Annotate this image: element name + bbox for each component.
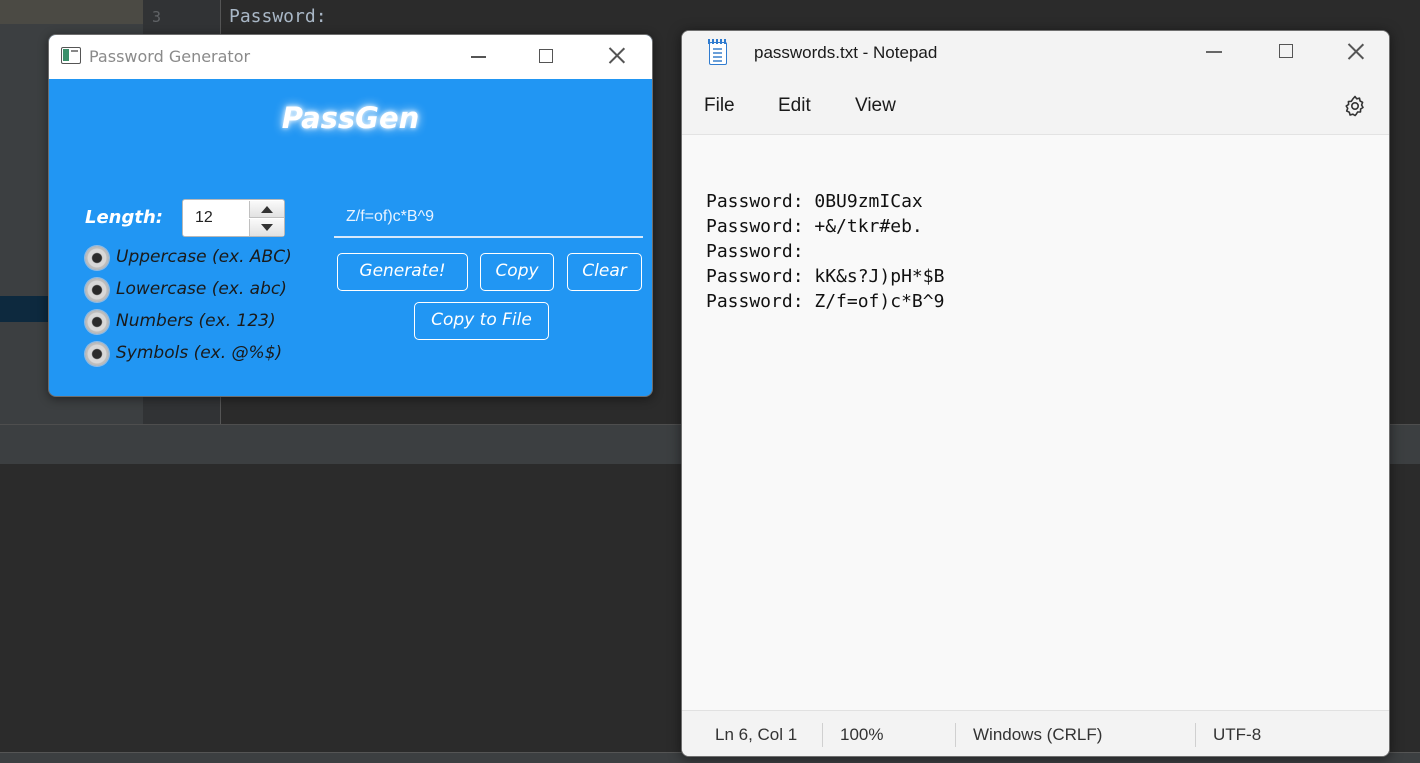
generator-close-button[interactable] (583, 35, 651, 79)
text-editor-area[interactable]: Password: 0BU9zmICax Password: +&/tkr#eb… (682, 136, 1389, 710)
line-ending: Windows (CRLF) (973, 725, 1103, 744)
generator-titlebar[interactable]: Password Generator (49, 35, 652, 79)
generator-maximize-button[interactable] (512, 35, 580, 79)
editor-line[interactable]: Password: 0BU9zmICax (706, 191, 923, 216)
spinner-decrement-button[interactable] (249, 219, 284, 236)
length-spinner[interactable]: 12 (182, 199, 285, 237)
notepad-window-title: passwords.txt - Notepad (754, 43, 938, 62)
numbers-label: Numbers (ex. 123) (116, 311, 276, 331)
password-output-field[interactable]: Z/f=of)c*B^9 (334, 200, 643, 238)
radio-selected-icon[interactable] (85, 278, 109, 302)
length-value[interactable]: 12 (195, 209, 213, 227)
radio-selected-icon[interactable] (85, 342, 109, 366)
notepad-icon (708, 39, 727, 65)
line-number: 3 (152, 8, 162, 26)
radio-selected-icon[interactable] (85, 310, 109, 334)
maximize-icon (1279, 44, 1293, 58)
password-output-text[interactable]: Z/f=of)c*B^9 (346, 208, 434, 226)
project-panel-tab[interactable] (0, 0, 143, 24)
notepad-maximize-button[interactable] (1250, 31, 1320, 77)
editor-line[interactable]: Password: kK&s?J)pH*$B (706, 266, 944, 291)
editor-line[interactable]: Password: Z/f=of)c*B^9 (706, 291, 944, 316)
password-generator-window: Password Generator PassGen Length: 12 Up… (48, 34, 653, 397)
generate-button[interactable]: Generate! (337, 253, 468, 291)
menu-file[interactable]: File (704, 95, 735, 117)
generator-minimize-button[interactable] (444, 35, 512, 79)
symbols-label: Symbols (ex. @%$) (116, 343, 283, 363)
cursor-position: Ln 6, Col 1 (715, 725, 798, 744)
minimize-icon (471, 56, 486, 58)
code-line[interactable]: Password: (229, 6, 327, 27)
notepad-titlebar[interactable]: passwords.txt - Notepad (682, 31, 1389, 77)
zoom-level: 100% (840, 725, 884, 744)
lowercase-label: Lowercase (ex. abc) (116, 279, 287, 299)
notepad-statusbar: Ln 6, Col 1 100% Windows (CRLF) UTF-8 (682, 710, 1389, 756)
notepad-menubar: File Edit View (682, 77, 1389, 135)
notepad-minimize-button[interactable] (1180, 31, 1250, 77)
notepad-close-button[interactable] (1320, 31, 1389, 77)
editor-line[interactable]: Password: (706, 241, 804, 266)
notepad-window: passwords.txt - Notepad File Edit View P… (681, 30, 1390, 757)
copy-button[interactable]: Copy (480, 253, 554, 291)
menu-edit[interactable]: Edit (778, 95, 811, 117)
editor-line[interactable]: Password: +&/tkr#eb. (706, 216, 923, 241)
radio-selected-icon[interactable] (85, 246, 109, 270)
length-label: Length: (85, 207, 163, 228)
maximize-icon (539, 49, 553, 63)
spinner-increment-button[interactable] (249, 201, 284, 218)
close-icon (607, 45, 627, 65)
java-app-icon (61, 47, 81, 64)
status-divider (955, 723, 956, 747)
status-divider (822, 723, 823, 747)
generator-window-title: Password Generator (89, 47, 251, 66)
close-icon (1346, 41, 1366, 61)
encoding: UTF-8 (1213, 725, 1262, 744)
minimize-icon (1206, 51, 1222, 53)
settings-gear-icon[interactable] (1343, 94, 1367, 118)
copy-to-file-button[interactable]: Copy to File (414, 302, 549, 340)
clear-button[interactable]: Clear (567, 253, 642, 291)
uppercase-label: Uppercase (ex. ABC) (116, 247, 292, 267)
menu-view[interactable]: View (855, 95, 896, 117)
status-divider (1195, 723, 1196, 747)
app-brand-title: PassGen (281, 101, 420, 135)
